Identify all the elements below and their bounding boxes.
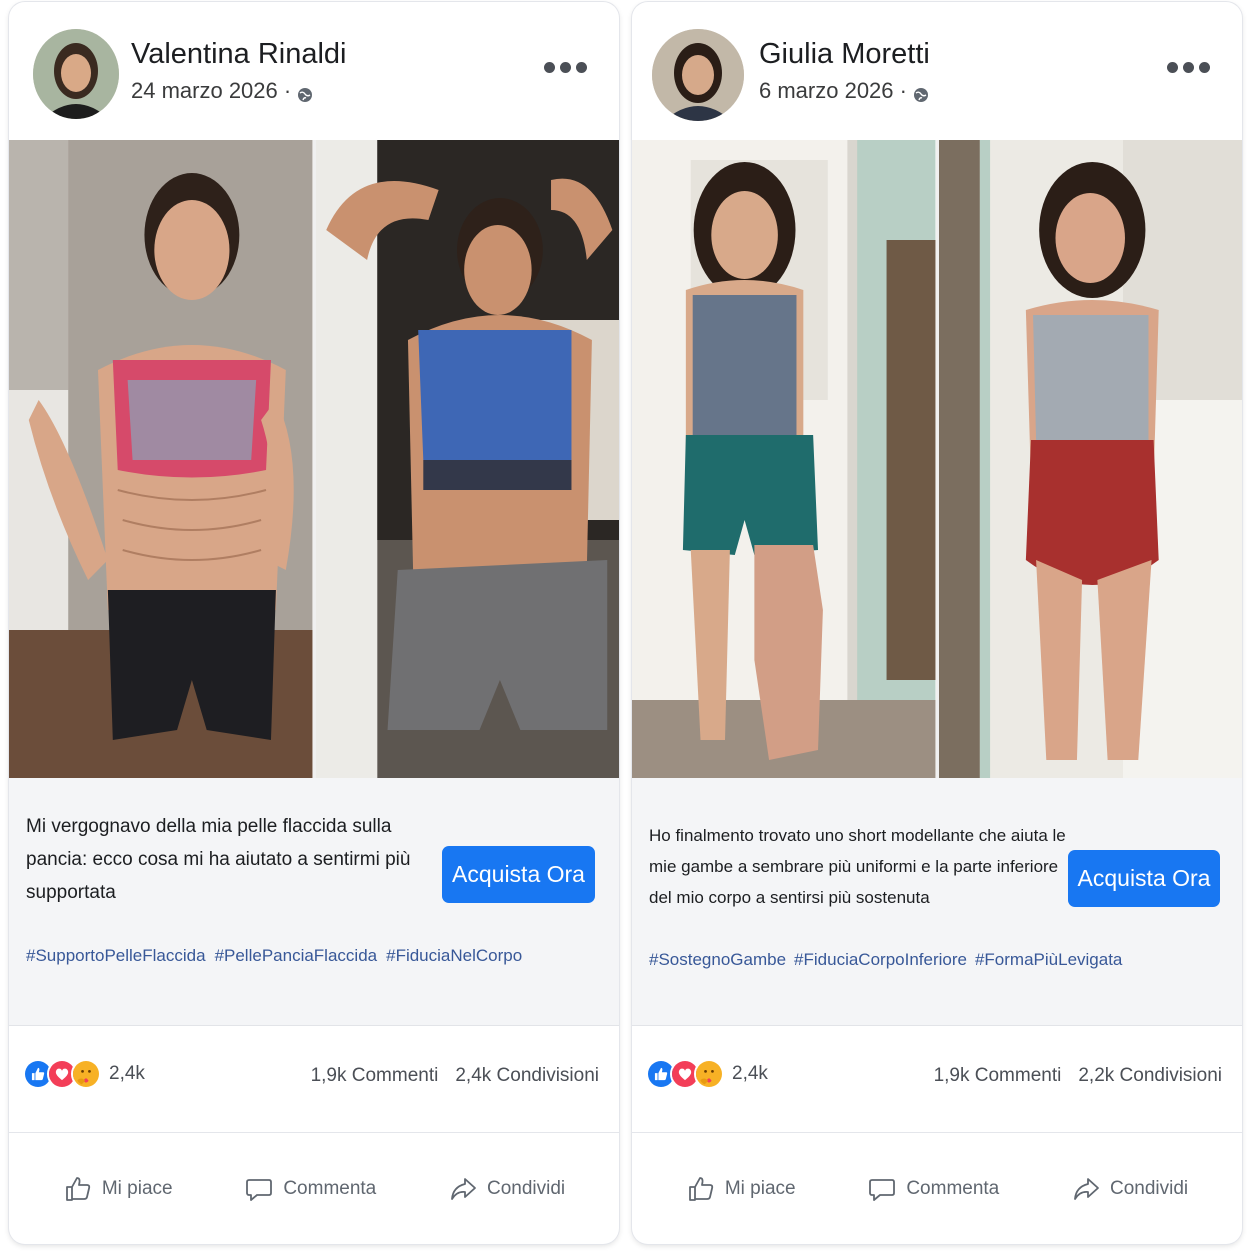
post-caption: Mi vergognavo della mia pelle flaccida s… bbox=[26, 816, 411, 903]
share-count[interactable]: 2,4k Condivisioni bbox=[455, 1065, 599, 1087]
like-button[interactable]: Mi piace bbox=[63, 1174, 173, 1204]
post-caption: Ho finalmento trovato uno short modellan… bbox=[649, 826, 1066, 907]
comment-button[interactable]: Commenta bbox=[244, 1174, 376, 1204]
comment-label: Commenta bbox=[906, 1177, 1000, 1199]
thumbs-up-icon bbox=[65, 1176, 91, 1201]
hashtag[interactable]: #PellePanciaFlaccida bbox=[215, 946, 378, 966]
like-button[interactable]: Mi piace bbox=[686, 1174, 796, 1204]
care-reaction-icon bbox=[694, 1059, 724, 1089]
share-icon bbox=[1074, 1177, 1099, 1200]
counts: 1,9k Commenti 2,4k Condivisioni bbox=[311, 1065, 599, 1087]
share-button[interactable]: Condividi bbox=[1071, 1174, 1188, 1204]
hashtag[interactable]: #SostegnoGambe bbox=[649, 950, 786, 970]
post-header: Giulia Moretti 6 marzo 2026 · bbox=[632, 2, 1242, 140]
comment-icon bbox=[246, 1178, 273, 1201]
care-reaction-icon bbox=[71, 1059, 101, 1089]
like-label: Mi piace bbox=[101, 1177, 173, 1199]
reactions-summary[interactable]: 2,4k bbox=[23, 1059, 145, 1089]
comment-label: Commenta bbox=[283, 1177, 377, 1199]
post-image[interactable] bbox=[632, 140, 1242, 778]
after-photo bbox=[938, 140, 1242, 778]
thumbs-up-icon bbox=[688, 1176, 714, 1201]
comment-count[interactable]: 1,9k Commenti bbox=[934, 1065, 1062, 1087]
counts: 1,9k Commenti 2,2k Condivisioni bbox=[934, 1065, 1222, 1087]
share-label: Condividi bbox=[486, 1177, 566, 1199]
before-photo bbox=[632, 140, 936, 778]
shop-now-button[interactable]: Acquista Ora bbox=[1068, 850, 1220, 907]
comment-button[interactable]: Commenta bbox=[867, 1174, 999, 1204]
share-count[interactable]: 2,2k Condivisioni bbox=[1078, 1065, 1222, 1087]
before-photo bbox=[9, 140, 313, 778]
post-actions: Mi piace Commenta Condividi bbox=[9, 1133, 619, 1244]
hashtag[interactable]: #SupportoPelleFlaccida bbox=[26, 946, 206, 966]
post-date[interactable]: 24 marzo 2026 · bbox=[131, 78, 291, 104]
post-meta: 24 marzo 2026 · bbox=[131, 78, 313, 104]
shop-now-button[interactable]: Acquista Ora bbox=[442, 846, 595, 903]
hashtags: #SupportoPelleFlaccida #PellePanciaFlacc… bbox=[26, 946, 522, 966]
after-photo bbox=[315, 140, 619, 778]
author-name[interactable]: Valentina Rinaldi bbox=[131, 38, 347, 71]
caption-area: Mi vergognavo della mia pelle flaccida s… bbox=[9, 778, 619, 1026]
globe-icon bbox=[913, 83, 929, 102]
post-meta: 6 marzo 2026 · bbox=[759, 78, 929, 104]
caption-area: Ho finalmento trovato uno short modellan… bbox=[632, 778, 1242, 1026]
post-header: Valentina Rinaldi 24 marzo 2026 · bbox=[9, 2, 619, 140]
post-actions: Mi piace Commenta Condividi bbox=[632, 1133, 1242, 1244]
post-card-1: Valentina Rinaldi 24 marzo 2026 · Mi ver… bbox=[9, 2, 619, 1244]
avatar[interactable] bbox=[33, 29, 119, 119]
avatar[interactable] bbox=[652, 29, 744, 121]
reaction-count: 2,4k bbox=[109, 1063, 145, 1084]
more-icon[interactable] bbox=[1167, 62, 1210, 73]
hashtag[interactable]: #FiduciaCorpoInferiore bbox=[794, 950, 967, 970]
hashtag[interactable]: #FiduciaNelCorpo bbox=[386, 946, 522, 966]
engagement-stats: 2,4k 1,9k Commenti 2,2k Condivisioni bbox=[632, 1027, 1242, 1133]
share-button[interactable]: Condividi bbox=[448, 1174, 565, 1204]
share-icon bbox=[451, 1177, 476, 1200]
comment-count[interactable]: 1,9k Commenti bbox=[311, 1065, 439, 1087]
post-date[interactable]: 6 marzo 2026 · bbox=[759, 78, 907, 104]
author-name[interactable]: Giulia Moretti bbox=[759, 38, 930, 71]
post-image[interactable] bbox=[9, 140, 619, 778]
reactions-summary[interactable]: 2,4k bbox=[646, 1059, 768, 1089]
globe-icon bbox=[297, 83, 313, 102]
hashtags: #SostegnoGambe #FiduciaCorpoInferiore #F… bbox=[649, 950, 1122, 970]
more-icon[interactable] bbox=[544, 62, 587, 73]
comment-icon bbox=[869, 1178, 896, 1201]
post-card-2: Giulia Moretti 6 marzo 2026 · Ho finalme… bbox=[632, 2, 1242, 1244]
reaction-count: 2,4k bbox=[732, 1063, 768, 1084]
hashtag[interactable]: #FormaPiùLevigata bbox=[975, 950, 1122, 970]
share-label: Condividi bbox=[1109, 1177, 1189, 1199]
like-label: Mi piace bbox=[724, 1177, 796, 1199]
engagement-stats: 2,4k 1,9k Commenti 2,4k Condivisioni bbox=[9, 1027, 619, 1133]
